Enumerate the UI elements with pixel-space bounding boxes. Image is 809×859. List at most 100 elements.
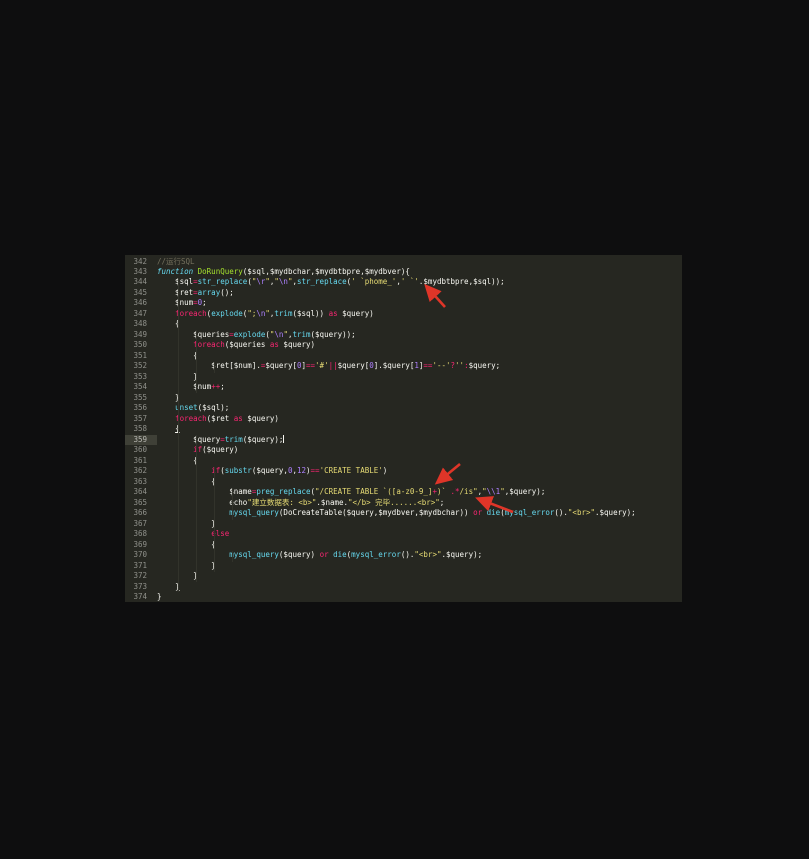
code-text: $ret=array(); [157,288,682,298]
code-line: 374} [125,592,682,602]
code-text: } [157,571,682,581]
indent-guide [178,278,179,592]
code-text: foreach($ret as $query) [157,414,682,424]
line-number: 345 [125,288,157,298]
code-text: } [157,372,682,382]
code-line: 373 } [125,582,682,592]
line-number: 367 [125,519,157,529]
code-text: mysql_query($query) or die(mysql_error()… [157,550,682,560]
line-number: 352 [125,361,157,371]
code-line: 362 if(substr($query,0,12)=='CREATE TABL… [125,466,682,476]
line-number: 353 [125,372,157,382]
line-number: 369 [125,540,157,550]
code-editor[interactable]: 342//运行SQL343function DoRunQuery($sql,$m… [125,255,682,602]
code-line: 358 { [125,424,682,434]
code-text: $num=0; [157,298,682,308]
code-line: 347 foreach(explode(";\n",trim($sql)) as… [125,309,682,319]
line-number: 370 [125,550,157,560]
code-line: 346 $num=0; [125,298,682,308]
line-number: 343 [125,267,157,277]
code-line: 350 foreach($queries as $query) [125,340,682,350]
line-number: 364 [125,487,157,497]
code-line: 352 $ret[$num].=$query[0]=='#'||$query[0… [125,361,682,371]
code-line: 360 if($query) [125,445,682,455]
line-number: 347 [125,309,157,319]
code-text: } [157,561,682,571]
line-number: 372 [125,571,157,581]
line-number: 373 [125,582,157,592]
code-text: } [157,393,682,403]
code-text: } [157,582,682,592]
code-line: 365 echo"建立数据表: <b>".$name."</b> 完毕.....… [125,498,682,508]
indent-guide [232,551,233,562]
code-text: { [157,540,682,550]
line-number: 362 [125,466,157,476]
code-text: { [157,319,682,329]
line-number: 361 [125,456,157,466]
line-number: 350 [125,340,157,350]
code-text: $num++; [157,382,682,392]
code-line: 349 $queries=explode("\n",trim($query)); [125,330,682,340]
code-text: mysql_query(DoCreateTable($query,$mydbve… [157,508,682,518]
code-text: function DoRunQuery($sql,$mydbchar,$mydb… [157,267,682,277]
code-line: 351 { [125,351,682,361]
indent-guide [196,330,197,393]
code-text: { [157,456,682,466]
line-number: 357 [125,414,157,424]
page-background: { "page": { "background": "#0e0e0f" }, "… [0,0,809,859]
code-line: 348 { [125,319,682,329]
code-line: 367 } [125,519,682,529]
code-lines: 342//运行SQL343function DoRunQuery($sql,$m… [125,257,682,603]
code-line: 361 { [125,456,682,466]
line-number: 371 [125,561,157,571]
code-text: { [157,424,682,434]
code-text: $query=trim($query); [157,435,682,445]
code-line: 363 { [125,477,682,487]
line-number: 358 [125,424,157,434]
code-text: $ret[$num].=$query[0]=='#'||$query[0].$q… [157,361,682,371]
indent-guide [232,488,233,520]
line-number: 360 [125,445,157,455]
code-text: foreach($queries as $query) [157,340,682,350]
line-number: 342 [125,257,157,267]
code-text: unset($sql); [157,403,682,413]
line-number: 356 [125,403,157,413]
line-number: 355 [125,393,157,403]
text-caret [283,435,284,443]
line-number: 344 [125,277,157,287]
code-text: $name=preg_replace("/CREATE TABLE `([a-z… [157,487,682,497]
code-text: $queries=explode("\n",trim($query)); [157,330,682,340]
indent-guide [196,435,197,582]
code-line: 355 } [125,393,682,403]
code-line: 370 mysql_query($query) or die(mysql_err… [125,550,682,560]
code-line: 372 } [125,571,682,581]
line-number: 366 [125,508,157,518]
line-number: 351 [125,351,157,361]
line-number: 365 [125,498,157,508]
code-text: { [157,351,682,361]
code-text: //运行SQL [157,257,682,267]
line-number: 363 [125,477,157,487]
code-text: echo"建立数据表: <b>".$name."</b> 完毕......<br… [157,498,682,508]
code-line: 354 $num++; [125,382,682,392]
line-number: 359 [125,435,157,445]
code-text: if($query) [157,445,682,455]
code-line: 356 unset($sql); [125,403,682,413]
code-line: 342//运行SQL [125,257,682,267]
code-line: 368 else [125,529,682,539]
indent-guide [214,362,215,373]
code-line: 353 } [125,372,682,382]
code-text: if(substr($query,0,12)=='CREATE TABLE') [157,466,682,476]
code-text: } [157,519,682,529]
indent-guide [214,467,215,572]
line-number: 368 [125,529,157,539]
line-number: 354 [125,382,157,392]
code-line: 345 $ret=array(); [125,288,682,298]
line-number: 349 [125,330,157,340]
code-line: 357 foreach($ret as $query) [125,414,682,424]
code-line: 371 } [125,561,682,571]
line-number: 374 [125,592,157,602]
line-number: 348 [125,319,157,329]
line-number: 346 [125,298,157,308]
code-line: 359 $query=trim($query); [125,435,682,445]
